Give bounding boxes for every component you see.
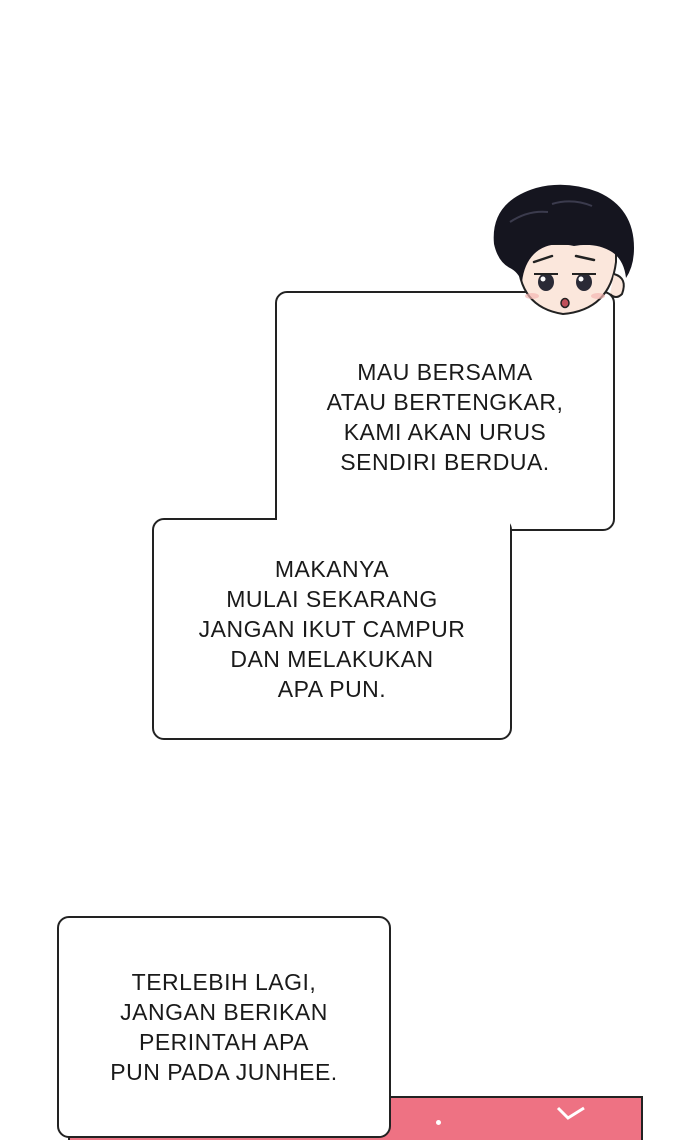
speech-bubble-1-text: MAU BERSAMA ATAU BERTENGKAR, KAMI AKAN U… [327,357,564,477]
comic-page: MAU BERSAMA ATAU BERTENGKAR, KAMI AKAN U… [0,0,700,1140]
bubble-line: ATAU BERTENGKAR, [326,389,564,415]
speech-bubble-3-text: TERLEBIH LAGI, JANGAN BERIKAN PERINTAH A… [110,967,337,1087]
speech-bubble-2-text: MAKANYA MULAI SEKARANG JANGAN IKUT CAMPU… [199,554,466,704]
bubble-line: JANGAN BERIKAN [120,999,328,1025]
bubble-line: PERINTAH APA [138,1029,310,1055]
bubble-line: APA PUN. [277,676,387,702]
sparkle-check-icon [556,1106,585,1120]
bubble-line: SENDIRI BERDUA. [340,449,550,475]
bubble-line: JANGAN IKUT CAMPUR [198,616,466,642]
bubble-line: MAU BERSAMA [357,359,533,385]
chibi-boy-head-icon [493,184,634,316]
sparkle-dot [436,1120,441,1125]
speech-bubble-3: TERLEBIH LAGI, JANGAN BERIKAN PERINTAH A… [57,916,391,1138]
bubble-joint [277,516,510,534]
bubble-line: MULAI SEKARANG [226,586,438,612]
bubble-line: MAKANYA [274,556,390,582]
bubble-line: KAMI AKAN URUS [343,419,547,445]
speech-bubble-1: MAU BERSAMA ATAU BERTENGKAR, KAMI AKAN U… [275,291,615,531]
bubble-line: PUN PADA JUNHEE. [110,1059,338,1085]
speech-bubble-2: MAKANYA MULAI SEKARANG JANGAN IKUT CAMPU… [152,518,512,740]
bubble-line: TERLEBIH LAGI, [131,969,317,995]
bubble-line: DAN MELAKUKAN [230,646,434,672]
